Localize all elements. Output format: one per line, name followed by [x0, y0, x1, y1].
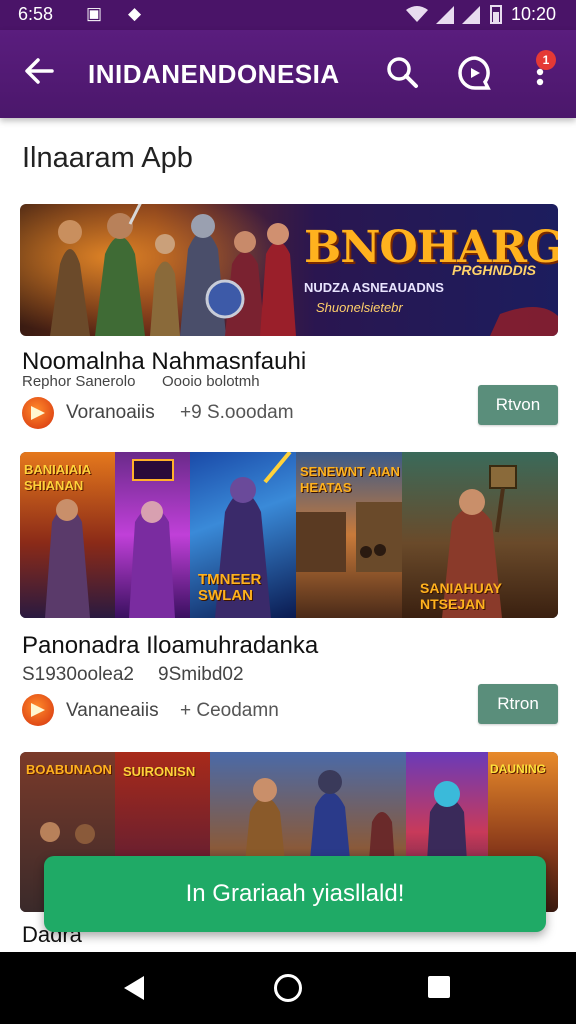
- image-notification-icon: ▣: [86, 4, 103, 23]
- tile-title: SANIAHUAY NTSEJAN: [420, 580, 502, 612]
- search-icon[interactable]: [384, 54, 420, 90]
- nav-recents-icon[interactable]: [428, 976, 450, 998]
- nav-home-icon[interactable]: [274, 974, 302, 1002]
- banner-caption: Shuonelsietebr: [316, 300, 403, 315]
- install-button[interactable]: Rtvon: [478, 385, 558, 425]
- signal-icon: [436, 6, 454, 24]
- tile-title: TMNEER SWLAN: [198, 571, 262, 604]
- tile-title: SUIRONISN: [123, 764, 196, 779]
- game-meta-right: 9Smibd02: [158, 664, 244, 685]
- signal-icon-2: [462, 6, 480, 24]
- game-tile: [115, 452, 190, 618]
- game-meta-right: Oooio bolotmh: [162, 373, 260, 390]
- developer-name: Vananeaiis: [66, 700, 159, 721]
- status-time: 6:58: [18, 4, 54, 24]
- battery-icon: [490, 5, 502, 24]
- status-bar: 6:58 ▣ ◆ 10:20: [0, 0, 576, 30]
- wifi-icon: [406, 6, 428, 22]
- install-button[interactable]: Rtron: [478, 684, 558, 724]
- game-banner[interactable]: BANIAIAIA SHIANAN TMNEER SWLAN SENEWNT A…: [20, 452, 558, 618]
- game-title[interactable]: Noomalnha Nahmasnfauhi: [22, 348, 306, 376]
- app-bar: INIDANENDONESIA 1: [0, 30, 576, 118]
- tile-title: DAUNING: [490, 762, 546, 776]
- chat-icon[interactable]: [456, 54, 494, 92]
- game-tile: SANIAHUAY NTSEJAN: [402, 452, 558, 618]
- download-count: +9 S.ooodam: [180, 402, 294, 423]
- download-count: + Ceodamn: [180, 700, 279, 721]
- app-notification-icon: ◆: [128, 4, 142, 23]
- success-toast: In Grariaah yiasllald!: [44, 856, 546, 932]
- section-title: Ilnaaram Apb: [22, 142, 193, 174]
- tile-title: BANIAIAIA SHIANAN: [24, 462, 91, 493]
- game-meta-left: S1930oolea2: [22, 664, 134, 685]
- game-banner[interactable]: BNOHARGHN PRGHNDDIS NUDZA ASNEAUADNS Shu…: [20, 204, 558, 336]
- developer-logo-icon: [22, 397, 54, 429]
- game-meta-left: Rephor Sanerolo: [22, 373, 136, 390]
- game-tile: BANIAIAIA SHIANAN: [20, 452, 115, 618]
- banner-subtitle: PRGHNDDIS: [452, 262, 537, 278]
- back-arrow-icon[interactable]: [22, 54, 56, 88]
- system-navigation-bar: [0, 952, 576, 1024]
- status-clock: 10:20: [510, 4, 556, 24]
- developer-logo-icon: [22, 694, 54, 726]
- notification-badge: 1: [536, 50, 556, 70]
- tile-character-art: [129, 459, 175, 618]
- game-title[interactable]: Panonadra Iloamuhradanka: [22, 632, 318, 660]
- nav-back-icon[interactable]: [124, 976, 144, 1000]
- tile-title: SENEWNT AIAN HEATAS: [300, 464, 400, 495]
- app-title: INIDANENDONESIA: [88, 59, 340, 89]
- banner-tagline: NUDZA ASNEAUADNS: [304, 280, 444, 295]
- game-tile: TMNEER SWLAN: [190, 452, 296, 618]
- developer-name: Voranoaiis: [66, 402, 155, 423]
- game-tile: SENEWNT AIAN HEATAS: [296, 452, 402, 618]
